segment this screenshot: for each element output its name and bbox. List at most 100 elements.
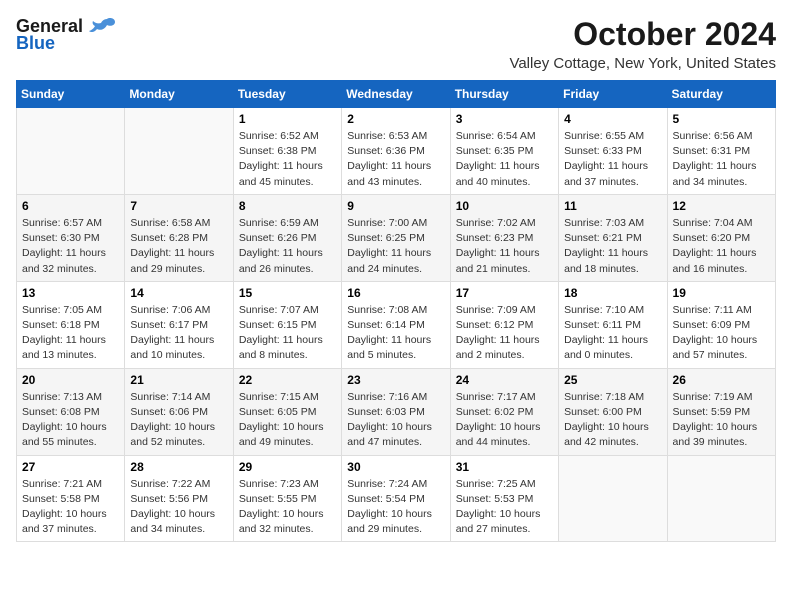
day-info: Sunrise: 6:58 AMSunset: 6:28 PMDaylight:… [130,216,227,277]
day-info: Sunrise: 6:54 AMSunset: 6:35 PMDaylight:… [456,129,553,190]
day-info: Sunrise: 7:13 AMSunset: 6:08 PMDaylight:… [22,390,119,451]
calendar-cell: 11 Sunrise: 7:03 AMSunset: 6:21 PMDayligh… [559,194,667,281]
day-number: 19 [673,286,770,300]
calendar-cell: 2Sunrise: 6:53 AMSunset: 6:36 PMDaylight… [342,108,450,195]
calendar-cell: 30 Sunrise: 7:24 AMSunset: 5:54 PMDayligh… [342,455,450,542]
weekday-thursday: Thursday [450,81,558,108]
day-number: 13 [22,286,119,300]
day-number: 12 [673,199,770,213]
day-number: 4 [564,112,661,126]
calendar-cell: 15 Sunrise: 7:07 AMSunset: 6:15 PMDayligh… [233,281,341,368]
calendar-cell: 5 Sunrise: 6:56 AMSunset: 6:31 PMDaylight… [667,108,775,195]
day-number: 16 [347,286,444,300]
day-info: Sunrise: 7:19 AMSunset: 5:59 PMDaylight:… [673,390,770,451]
day-number: 21 [130,373,227,387]
day-info: Sunrise: 6:57 AMSunset: 6:30 PMDaylight:… [22,216,119,277]
calendar-cell: 27Sunrise: 7:21 AMSunset: 5:58 PMDayligh… [17,455,125,542]
day-info: Sunrise: 7:09 AMSunset: 6:12 PMDaylight:… [456,303,553,364]
day-info: Sunrise: 7:25 AMSunset: 5:53 PMDaylight:… [456,477,553,538]
calendar-cell: 7 Sunrise: 6:58 AMSunset: 6:28 PMDaylight… [125,194,233,281]
day-info: Sunrise: 7:03 AMSunset: 6:21 PMDaylight:… [564,216,661,277]
day-info: Sunrise: 7:08 AMSunset: 6:14 PMDaylight:… [347,303,444,364]
calendar-header: Sunday Monday Tuesday Wednesday Thursday… [17,81,776,108]
weekday-monday: Monday [125,81,233,108]
day-number: 22 [239,373,336,387]
day-info: Sunrise: 6:52 AMSunset: 6:38 PMDaylight:… [239,129,336,190]
day-info: Sunrise: 7:24 AMSunset: 5:54 PMDaylight:… [347,477,444,538]
weekday-tuesday: Tuesday [233,81,341,108]
bird-icon [87,17,117,37]
day-info: Sunrise: 7:16 AMSunset: 6:03 PMDaylight:… [347,390,444,451]
day-number: 7 [130,199,227,213]
title-area: October 2024 Valley Cottage, New York, U… [509,16,776,72]
day-info: Sunrise: 6:59 AMSunset: 6:26 PMDaylight:… [239,216,336,277]
day-info: Sunrise: 7:17 AMSunset: 6:02 PMDaylight:… [456,390,553,451]
calendar-cell [667,455,775,542]
day-info: Sunrise: 7:14 AMSunset: 6:06 PMDaylight:… [130,390,227,451]
day-number: 15 [239,286,336,300]
calendar-week-4: 20 Sunrise: 7:13 AMSunset: 6:08 PMDayligh… [17,368,776,455]
day-number: 25 [564,373,661,387]
calendar-week-1: 1Sunrise: 6:52 AMSunset: 6:38 PMDaylight… [17,108,776,195]
day-info: Sunrise: 7:06 AMSunset: 6:17 PMDaylight:… [130,303,227,364]
day-number: 9 [347,199,444,213]
day-info: Sunrise: 7:10 AMSunset: 6:11 PMDaylight:… [564,303,661,364]
day-info: Sunrise: 7:15 AMSunset: 6:05 PMDaylight:… [239,390,336,451]
weekday-saturday: Saturday [667,81,775,108]
calendar-cell: 24 Sunrise: 7:17 AMSunset: 6:02 PMDayligh… [450,368,558,455]
day-number: 14 [130,286,227,300]
calendar-cell: 19 Sunrise: 7:11 AMSunset: 6:09 PMDayligh… [667,281,775,368]
logo: General Blue [16,16,117,54]
calendar-cell: 31 Sunrise: 7:25 AMSunset: 5:53 PMDayligh… [450,455,558,542]
day-number: 31 [456,460,553,474]
calendar-cell: 10Sunrise: 7:02 AMSunset: 6:23 PMDayligh… [450,194,558,281]
weekday-wednesday: Wednesday [342,81,450,108]
day-number: 5 [673,112,770,126]
calendar-cell [17,108,125,195]
calendar-cell: 23 Sunrise: 7:16 AMSunset: 6:03 PMDayligh… [342,368,450,455]
calendar-cell [125,108,233,195]
day-info: Sunrise: 7:23 AMSunset: 5:55 PMDaylight:… [239,477,336,538]
day-number: 26 [673,373,770,387]
calendar-cell: 25Sunrise: 7:18 AMSunset: 6:00 PMDayligh… [559,368,667,455]
calendar-body: 1Sunrise: 6:52 AMSunset: 6:38 PMDaylight… [17,108,776,542]
month-title: October 2024 [509,16,776,53]
day-info: Sunrise: 7:11 AMSunset: 6:09 PMDaylight:… [673,303,770,364]
calendar-cell: 18 Sunrise: 7:10 AMSunset: 6:11 PMDayligh… [559,281,667,368]
day-info: Sunrise: 7:07 AMSunset: 6:15 PMDaylight:… [239,303,336,364]
day-info: Sunrise: 7:05 AMSunset: 6:18 PMDaylight:… [22,303,119,364]
day-number: 28 [130,460,227,474]
day-info: Sunrise: 6:55 AMSunset: 6:33 PMDaylight:… [564,129,661,190]
calendar-cell: 21 Sunrise: 7:14 AMSunset: 6:06 PMDayligh… [125,368,233,455]
page-header: General Blue October 2024 Valley Cottage… [16,16,776,72]
weekday-sunday: Sunday [17,81,125,108]
day-number: 18 [564,286,661,300]
day-number: 20 [22,373,119,387]
calendar-cell: 8 Sunrise: 6:59 AMSunset: 6:26 PMDaylight… [233,194,341,281]
day-info: Sunrise: 6:53 AMSunset: 6:36 PMDaylight:… [347,129,444,190]
day-info: Sunrise: 6:56 AMSunset: 6:31 PMDaylight:… [673,129,770,190]
calendar-cell: 13 Sunrise: 7:05 AMSunset: 6:18 PMDayligh… [17,281,125,368]
calendar-cell: 29 Sunrise: 7:23 AMSunset: 5:55 PMDayligh… [233,455,341,542]
calendar-week-5: 27Sunrise: 7:21 AMSunset: 5:58 PMDayligh… [17,455,776,542]
day-number: 10 [456,199,553,213]
calendar-cell: 3 Sunrise: 6:54 AMSunset: 6:35 PMDaylight… [450,108,558,195]
calendar-cell: 26 Sunrise: 7:19 AMSunset: 5:59 PMDayligh… [667,368,775,455]
calendar-cell: 6Sunrise: 6:57 AMSunset: 6:30 PMDaylight… [17,194,125,281]
day-number: 3 [456,112,553,126]
calendar-cell: 1Sunrise: 6:52 AMSunset: 6:38 PMDaylight… [233,108,341,195]
day-number: 23 [347,373,444,387]
day-number: 24 [456,373,553,387]
day-info: Sunrise: 7:04 AMSunset: 6:20 PMDaylight:… [673,216,770,277]
calendar-cell: 22 Sunrise: 7:15 AMSunset: 6:05 PMDayligh… [233,368,341,455]
day-number: 30 [347,460,444,474]
calendar-table: Sunday Monday Tuesday Wednesday Thursday… [16,80,776,542]
calendar-cell: 4 Sunrise: 6:55 AMSunset: 6:33 PMDaylight… [559,108,667,195]
calendar-cell: 14 Sunrise: 7:06 AMSunset: 6:17 PMDayligh… [125,281,233,368]
logo-blue: Blue [16,33,55,54]
location-title: Valley Cottage, New York, United States [509,55,776,72]
day-number: 11 [564,199,661,213]
day-number: 29 [239,460,336,474]
calendar-cell: 16 Sunrise: 7:08 AMSunset: 6:14 PMDayligh… [342,281,450,368]
day-number: 8 [239,199,336,213]
